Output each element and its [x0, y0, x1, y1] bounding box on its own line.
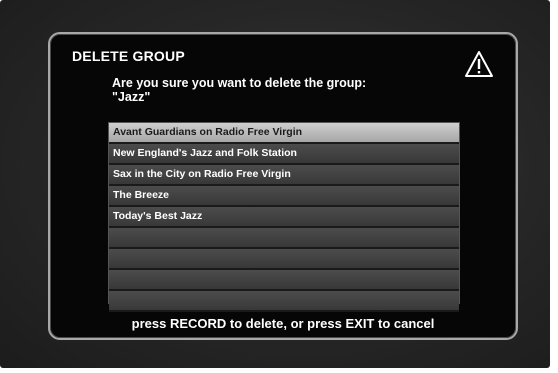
delete-group-dialog: DELETE GROUP Are you sure you want to de… [48, 32, 518, 340]
empty-list-row [109, 270, 459, 291]
tv-screen: DELETE GROUP Are you sure you want to de… [0, 0, 550, 368]
group-name: "Jazz" [112, 90, 151, 104]
dialog-title: DELETE GROUP [72, 48, 185, 64]
empty-list-row [109, 249, 459, 270]
channel-list: Avant Guardians on Radio Free Virgin New… [108, 122, 460, 312]
list-item[interactable]: The Breeze [109, 186, 459, 207]
empty-list-row [109, 228, 459, 249]
empty-list-row [109, 291, 459, 312]
confirm-question: Are you sure you want to delete the grou… [112, 76, 366, 104]
footer-instruction: press RECORD to delete, or press EXIT to… [131, 316, 435, 331]
list-item[interactable]: Today's Best Jazz [109, 207, 459, 228]
list-item[interactable]: New England's Jazz and Folk Station [109, 144, 459, 165]
list-item[interactable]: Sax in the City on Radio Free Virgin [109, 165, 459, 186]
question-text: Are you sure you want to delete the grou… [112, 76, 367, 90]
warning-triangle-icon [465, 51, 493, 77]
list-item[interactable]: Avant Guardians on Radio Free Virgin [109, 123, 459, 144]
